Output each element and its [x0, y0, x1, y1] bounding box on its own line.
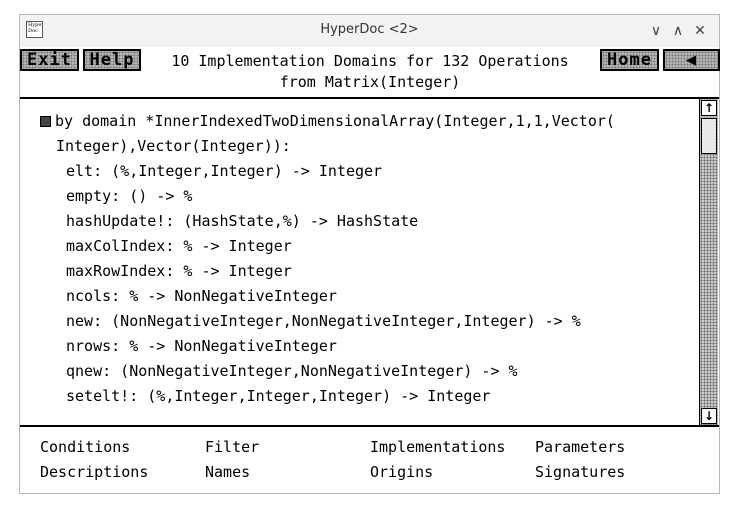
expand-bullet-icon[interactable] — [40, 116, 51, 127]
close-icon[interactable]: ✕ — [689, 20, 711, 42]
origins-link[interactable]: Origins — [370, 460, 433, 485]
operation-item[interactable]: new: (NonNegativeInteger,NonNegativeInte… — [66, 309, 581, 334]
signatures-link[interactable]: Signatures — [535, 460, 625, 485]
exit-button[interactable]: Exit — [20, 49, 79, 71]
operation-item[interactable]: empty: () -> % — [66, 184, 192, 209]
hyperdoc-window: Hyper Doc HyperDoc <2> ∨ ∧ ✕ Exit Help 1… — [19, 14, 720, 494]
operation-item[interactable]: elt: (%,Integer,Integer) -> Integer — [66, 159, 382, 184]
page-title-line-1: 10 Implementation Domains for 132 Operat… — [171, 52, 569, 70]
names-link[interactable]: Names — [205, 460, 250, 485]
back-button[interactable]: ◀ — [663, 49, 720, 71]
page-title: 10 Implementation Domains for 132 Operat… — [150, 51, 590, 93]
filter-link[interactable]: Filter — [205, 435, 259, 460]
operation-item[interactable]: hashUpdate!: (HashState,%) -> HashState — [66, 209, 418, 234]
operation-item[interactable]: qnew: (NonNegativeInteger,NonNegativeInt… — [66, 359, 518, 384]
vertical-scrollbar[interactable]: ↑ ↓ — [699, 99, 718, 425]
domain-heading-text[interactable]: by domain *InnerIndexedTwoDimensionalArr… — [55, 112, 615, 130]
scroll-up-icon[interactable]: ↑ — [701, 100, 717, 116]
descriptions-link[interactable]: Descriptions — [40, 460, 148, 485]
operation-item[interactable]: maxRowIndex: % -> Integer — [66, 259, 292, 284]
help-button[interactable]: Help — [83, 49, 141, 71]
operation-item[interactable]: ncols: % -> NonNegativeInteger — [66, 284, 337, 309]
title-bar[interactable]: Hyper Doc HyperDoc <2> ∨ ∧ ✕ — [20, 15, 719, 48]
page-header: Exit Help 10 Implementation Domains for … — [20, 47, 720, 97]
operation-item[interactable]: setelt!: (%,Integer,Integer,Integer) -> … — [66, 384, 490, 409]
parameters-link[interactable]: Parameters — [535, 435, 625, 460]
domain-heading-continuation[interactable]: Integer),Vector(Integer)): — [56, 134, 291, 159]
page-title-line-2: from Matrix(Integer) — [279, 73, 461, 91]
footer-menu: Conditions Filter Implementations Parame… — [20, 427, 719, 493]
operations-content: by domain *InnerIndexedTwoDimensionalArr… — [20, 99, 696, 425]
scroll-down-icon[interactable]: ↓ — [701, 408, 717, 424]
operation-item[interactable]: nrows: % -> NonNegativeInteger — [66, 334, 337, 359]
home-button[interactable]: Home — [600, 49, 659, 71]
window-controls: ∨ ∧ ✕ — [645, 20, 711, 42]
minimize-icon[interactable]: ∨ — [645, 20, 667, 42]
conditions-link[interactable]: Conditions — [40, 435, 130, 460]
scroll-thumb[interactable] — [701, 118, 717, 154]
maximize-icon[interactable]: ∧ — [667, 20, 689, 42]
window-title: HyperDoc <2> — [320, 22, 419, 37]
implementations-link[interactable]: Implementations — [370, 435, 505, 460]
operation-item[interactable]: maxColIndex: % -> Integer — [66, 234, 292, 259]
domain-heading[interactable]: by domain *InnerIndexedTwoDimensionalArr… — [40, 109, 615, 134]
